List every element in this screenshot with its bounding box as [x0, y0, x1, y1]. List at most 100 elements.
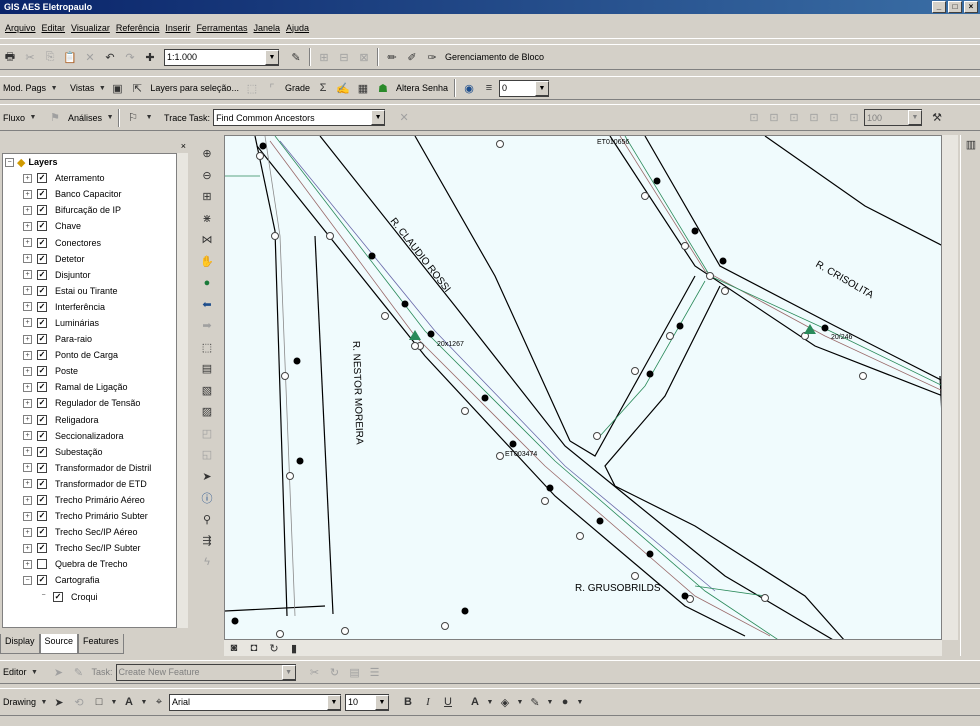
- layer-item[interactable]: + ✓ Trecho Sec/IP Subter: [3, 540, 187, 556]
- expand-icon[interactable]: +: [23, 334, 32, 344]
- altera-senha-label[interactable]: Altera Senha: [393, 83, 451, 93]
- tab-source[interactable]: Source: [39, 634, 79, 654]
- flag-icon[interactable]: ⚑: [46, 109, 64, 127]
- layout-icon[interactable]: ▣: [108, 79, 126, 97]
- layout-tool1-icon[interactable]: ⊡: [745, 109, 763, 127]
- layer-checkbox[interactable]: [37, 559, 47, 570]
- chevron-down-icon[interactable]: ▼: [546, 693, 554, 711]
- redo-icon[interactable]: ↷: [121, 48, 139, 66]
- expand-icon[interactable]: +: [23, 350, 32, 360]
- layer-item[interactable]: + ✓ Ramal de Ligação: [3, 379, 187, 395]
- layer-item[interactable]: + ✓ Trecho Primário Aéreo: [3, 492, 187, 508]
- menu-ferramentas[interactable]: Ferramentas: [193, 23, 250, 33]
- fill-color-icon[interactable]: ◈: [496, 693, 514, 711]
- expand-icon[interactable]: +: [23, 270, 32, 280]
- expand-icon[interactable]: +: [23, 447, 32, 457]
- expand-icon[interactable]: +: [23, 431, 32, 441]
- expand-icon[interactable]: +: [23, 173, 32, 183]
- layer-checkbox[interactable]: ✓: [37, 382, 47, 393]
- layer-checkbox[interactable]: ✓: [37, 543, 47, 554]
- layer-item[interactable]: + ✓ Interferência: [3, 299, 187, 315]
- layer-checkbox[interactable]: ✓: [37, 301, 47, 312]
- identify-tool-icon[interactable]: ▨: [198, 402, 216, 422]
- layer-checkbox[interactable]: ✓: [37, 237, 47, 248]
- layer-item[interactable]: + ✓ Aterramento: [3, 170, 187, 186]
- catalog-icon[interactable]: ▥: [962, 135, 980, 153]
- layout-tool4-icon[interactable]: ⊡: [805, 109, 823, 127]
- table-icon[interactable]: ▦: [354, 79, 372, 97]
- chevron-down-icon[interactable]: ▼: [144, 109, 154, 127]
- layer-checkbox[interactable]: ✓: [37, 511, 47, 522]
- layer-checkbox[interactable]: ✓: [37, 495, 47, 506]
- rotate-icon[interactable]: ↻: [326, 663, 344, 681]
- expand-icon[interactable]: +: [23, 318, 32, 328]
- binoculars-icon[interactable]: ⚲: [198, 510, 216, 530]
- lightning-icon[interactable]: ϟ: [198, 553, 216, 573]
- layer-item[interactable]: + ✓ Para-raio: [3, 331, 187, 347]
- underline-button[interactable]: U: [439, 693, 457, 711]
- rectangle-icon[interactable]: □: [90, 693, 108, 711]
- vistas-menu[interactable]: Vistas: [67, 83, 97, 93]
- drawing-menu[interactable]: Drawing: [0, 697, 39, 707]
- fluxo-menu[interactable]: Fluxo: [0, 113, 28, 123]
- select-layers-icon[interactable]: ⇱: [128, 79, 146, 97]
- line-color-icon[interactable]: ✎: [526, 693, 544, 711]
- select-elements-icon[interactable]: ➤: [50, 693, 68, 711]
- layer-checkbox[interactable]: ✓: [37, 285, 47, 296]
- expand-icon[interactable]: +: [23, 205, 32, 215]
- edit-sheet-icon[interactable]: ✍: [334, 79, 352, 97]
- select-features-icon[interactable]: ⬚: [198, 338, 216, 358]
- value-combo[interactable]: 0 ▼: [499, 79, 550, 97]
- chevron-down-icon[interactable]: ▼: [908, 110, 922, 125]
- layer-checkbox[interactable]: ✓: [37, 350, 47, 361]
- layer-checkbox[interactable]: ✓: [37, 317, 47, 328]
- expand-icon[interactable]: +: [23, 543, 32, 553]
- grid-tool2-icon[interactable]: ⊟: [335, 48, 353, 66]
- zoom-combo[interactable]: 100 ▼: [864, 109, 922, 126]
- layer-checkbox[interactable]: ✓: [37, 334, 47, 345]
- layer-item[interactable]: + ✓ Ponto de Carga: [3, 347, 187, 363]
- layer-stack-icon[interactable]: ≡: [480, 79, 498, 97]
- layer-item[interactable]: − ✓ Croqui: [3, 589, 187, 605]
- pencil-tool2-icon[interactable]: ✐: [403, 48, 421, 66]
- layers-selection-label[interactable]: Layers para seleção...: [147, 83, 242, 93]
- map-vertical-scrollbar[interactable]: [942, 135, 958, 640]
- bold-button[interactable]: B: [399, 693, 417, 711]
- find-tool-icon[interactable]: ◰: [198, 424, 216, 444]
- layer-item[interactable]: + ✓ Poste: [3, 363, 187, 379]
- data-view-icon[interactable]: ◙: [225, 639, 243, 657]
- select-elements-icon[interactable]: ▧: [198, 381, 216, 401]
- expand-icon[interactable]: +: [23, 286, 32, 296]
- chevron-down-icon[interactable]: ▼: [265, 49, 279, 65]
- layer-checkbox[interactable]: ✓: [37, 253, 47, 264]
- people-icon[interactable]: ☗: [374, 79, 392, 97]
- refresh-icon[interactable]: ↻: [265, 639, 283, 657]
- close-icon[interactable]: ×: [181, 141, 186, 151]
- expand-icon[interactable]: +: [23, 463, 32, 473]
- chevron-down-icon[interactable]: ▼: [50, 79, 58, 97]
- chevron-down-icon[interactable]: ▼: [40, 693, 48, 711]
- layer-checkbox[interactable]: ✓: [37, 205, 47, 216]
- text-tool-icon[interactable]: A: [120, 693, 138, 711]
- expand-icon[interactable]: +: [23, 366, 32, 376]
- block-manager-label[interactable]: Gerenciamento de Bloco: [442, 52, 547, 62]
- layer-item[interactable]: + ✓ Banco Capacitor: [3, 186, 187, 202]
- layer-item[interactable]: + ✓ Estai ou Tirante: [3, 283, 187, 299]
- trace-task-combo[interactable]: Find Common Ancestors ▼: [213, 109, 386, 126]
- layer-item[interactable]: + ✓ Conectores: [3, 234, 187, 250]
- editor-toolbar-icon[interactable]: ✎: [287, 48, 305, 66]
- layer-checkbox[interactable]: ✓: [37, 430, 47, 441]
- layer-checkbox[interactable]: ✓: [37, 173, 47, 184]
- chevron-down-icon[interactable]: ▼: [140, 693, 148, 711]
- layer-checkbox[interactable]: ✓: [37, 575, 47, 586]
- menu-ajuda[interactable]: Ajuda: [283, 23, 312, 33]
- pencil-tool3-icon[interactable]: ✑: [423, 48, 441, 66]
- map-scale-combo[interactable]: 1:1.000 ▼: [164, 48, 279, 66]
- chevron-down-icon[interactable]: ▼: [110, 693, 118, 711]
- layer-item[interactable]: + ✓ Transformador de Distril: [3, 460, 187, 476]
- zoom-out-icon[interactable]: ⊖: [198, 166, 216, 186]
- fixed-zoom-out-icon[interactable]: ⋈: [198, 230, 216, 250]
- fixed-zoom-in-icon[interactable]: ⋇: [198, 209, 216, 229]
- task-combo[interactable]: Create New Feature ▼: [115, 663, 296, 681]
- clear-selection-icon[interactable]: ▤: [198, 359, 216, 379]
